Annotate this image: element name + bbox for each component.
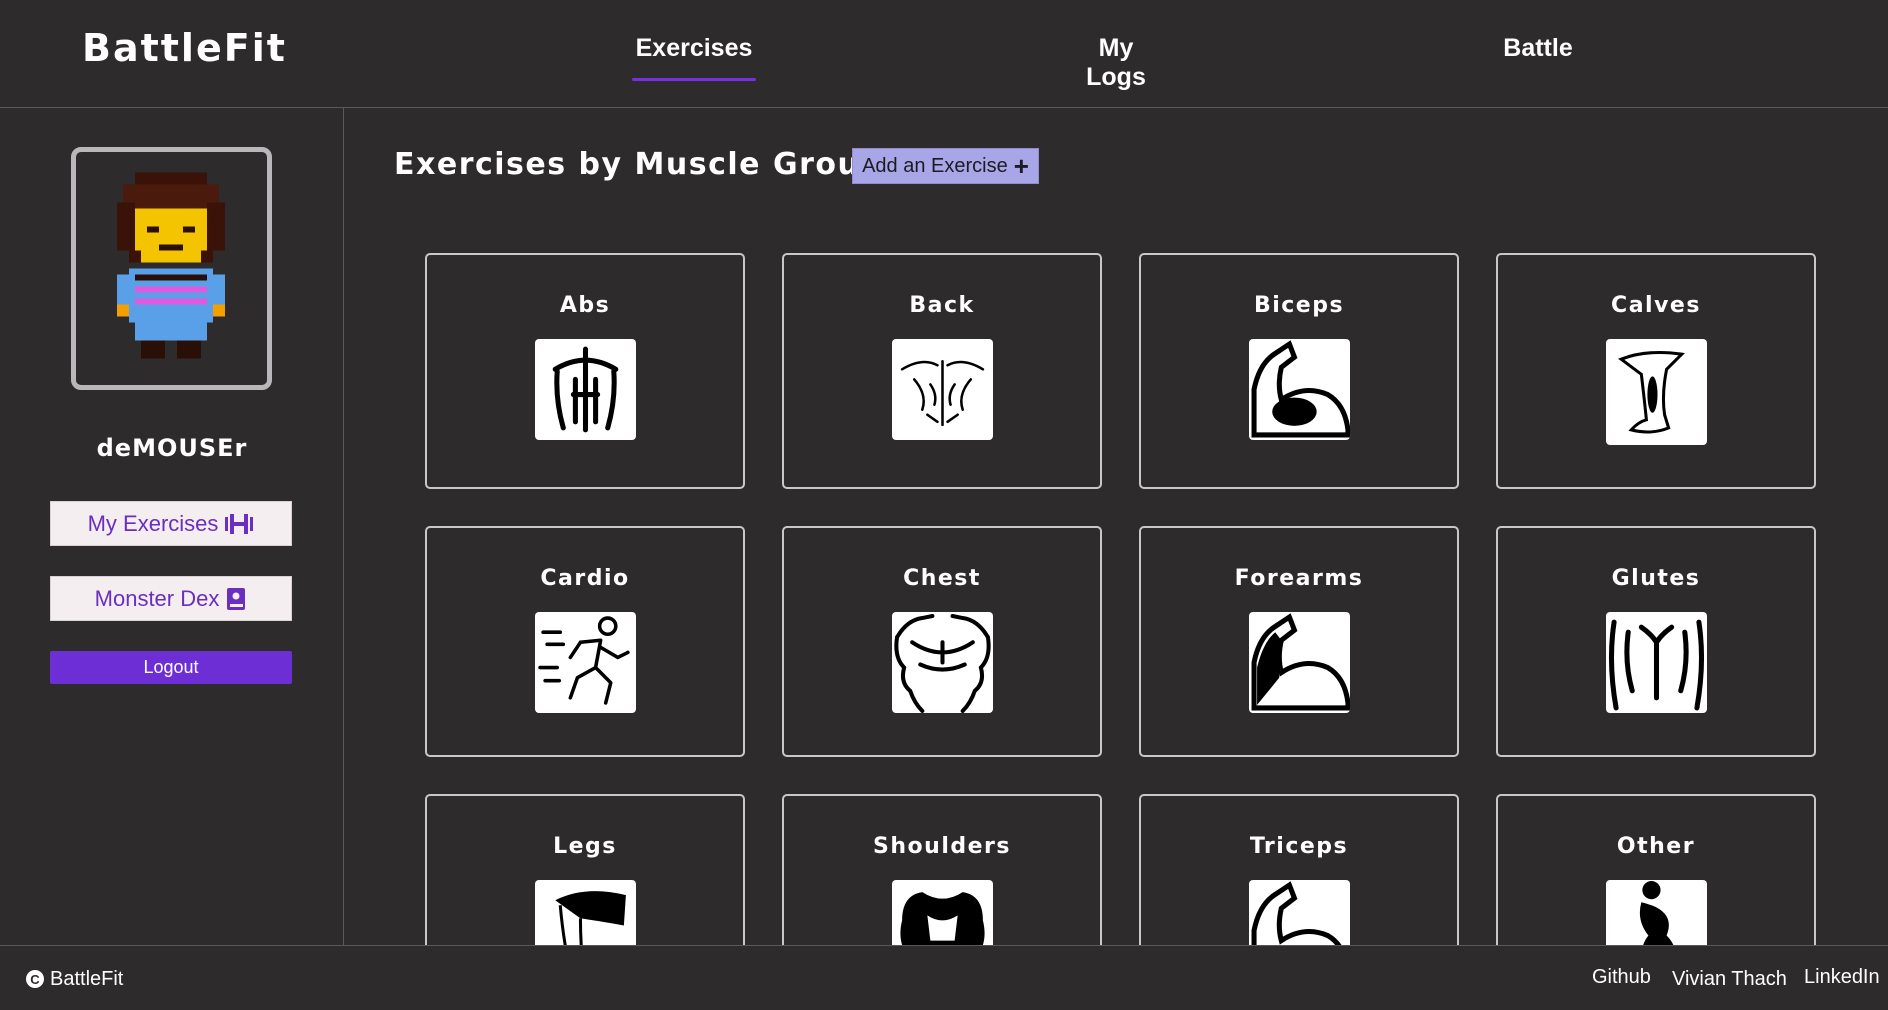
linkedin-link[interactable]: LinkedIn [1804, 966, 1880, 989]
add-exercise-button[interactable]: Add an Exercise + [852, 148, 1039, 184]
github-link[interactable]: Github [1592, 966, 1651, 989]
nav-exercises[interactable]: Exercises [632, 34, 756, 81]
plus-icon: + [1013, 151, 1029, 181]
muscle-group-card-biceps[interactable]: Biceps [1139, 253, 1459, 489]
forearms-icon [1249, 612, 1350, 713]
muscle-group-name: Cardio [540, 566, 630, 591]
chest-icon [892, 612, 993, 713]
my-exercises-label: My Exercises [87, 510, 219, 536]
avatar [71, 147, 272, 390]
book-icon [227, 587, 246, 610]
muscle-group-name: Glutes [1611, 566, 1701, 591]
legs-icon [535, 880, 636, 945]
dumbbell-icon [225, 513, 254, 534]
muscle-group-card-calves[interactable]: Calves [1496, 253, 1816, 489]
muscle-group-card-shoulders[interactable]: Shoulders [782, 794, 1102, 945]
page-title: Exercises by Muscle Group [394, 147, 884, 182]
cardio-icon [535, 612, 636, 713]
muscle-group-name: Legs [553, 834, 617, 859]
copyright-icon: C [26, 970, 44, 988]
muscle-group-grid: Abs Back Biceps Calves Cardio Chest Fore… [345, 240, 1888, 945]
muscle-group-card-cardio[interactable]: Cardio [425, 526, 745, 757]
muscle-group-name: Forearms [1234, 566, 1364, 591]
muscle-group-name: Abs [559, 293, 611, 318]
add-exercise-label: Add an Exercise [862, 154, 1008, 177]
monster-dex-button[interactable]: Monster Dex [50, 576, 292, 621]
muscle-group-card-legs[interactable]: Legs [425, 794, 745, 945]
footer-brand: BattleFit [50, 968, 124, 990]
muscle-group-card-abs[interactable]: Abs [425, 253, 745, 489]
top-nav-bar: BattleFit Exercises My Logs Battle [0, 0, 1888, 108]
pixel-character-icon [117, 172, 225, 359]
muscle-group-name: Triceps [1249, 834, 1349, 859]
logout-button[interactable]: Logout [50, 651, 292, 684]
muscle-group-card-chest[interactable]: Chest [782, 526, 1102, 757]
footer: C BattleFit Github Vivian Thach LinkedIn [0, 945, 1888, 1010]
abs-icon [535, 339, 636, 440]
triceps-icon [1249, 880, 1350, 945]
other-icon [1606, 880, 1707, 945]
nav-my-logs[interactable]: My Logs [1068, 34, 1164, 92]
biceps-icon [1249, 339, 1350, 440]
monster-dex-label: Monster Dex [94, 585, 220, 611]
shoulders-icon [892, 880, 993, 945]
my-exercises-button[interactable]: My Exercises [50, 501, 292, 546]
muscle-group-name: Chest [903, 566, 981, 591]
muscle-group-name: Biceps [1253, 293, 1345, 318]
glutes-icon [1606, 612, 1707, 713]
muscle-group-card-other[interactable]: Other [1496, 794, 1816, 945]
back-icon [892, 339, 993, 440]
muscle-group-card-forearms[interactable]: Forearms [1139, 526, 1459, 757]
muscle-group-name: Calves [1611, 293, 1701, 318]
muscle-group-card-glutes[interactable]: Glutes [1496, 526, 1816, 757]
muscle-group-name: Back [909, 293, 975, 318]
muscle-group-name: Other [1616, 834, 1696, 859]
muscle-group-card-triceps[interactable]: Triceps [1139, 794, 1459, 945]
brand-logo[interactable]: BattleFit [82, 26, 287, 70]
muscle-group-card-back[interactable]: Back [782, 253, 1102, 489]
profile-sidebar: deMOUSEr My Exercises Monster Dex Logout [0, 108, 344, 946]
username: deMOUSEr [96, 434, 248, 462]
calves-icon [1606, 339, 1707, 445]
nav-battle[interactable]: Battle [1502, 34, 1574, 63]
author-link[interactable]: Vivian Thach [1672, 968, 1787, 991]
muscle-group-name: Shoulders [873, 834, 1011, 859]
